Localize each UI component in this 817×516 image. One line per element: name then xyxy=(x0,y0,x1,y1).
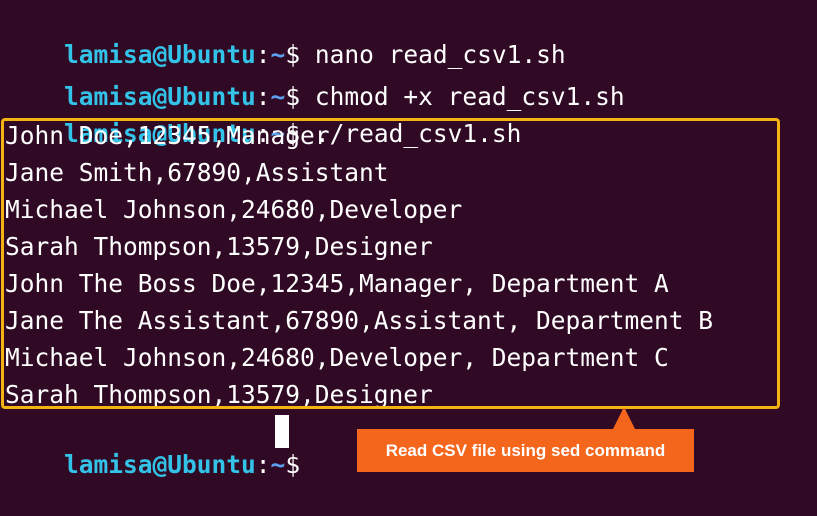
prompt-user-host: lamisa@Ubuntu xyxy=(64,450,256,479)
command-line: lamisa@Ubuntu:~$ xyxy=(5,414,300,479)
annotation-callout: Read CSV file using sed command xyxy=(357,429,694,472)
prompt-path: ~ xyxy=(270,450,286,479)
command-line: lamisa@Ubuntu:~$ nano read_csv1.sh xyxy=(5,4,566,69)
callout-pointer xyxy=(612,407,636,431)
terminal-window[interactable]: lamisa@Ubuntu:~$ nano read_csv1.sh lamis… xyxy=(0,0,817,485)
output-highlight-box xyxy=(1,118,780,409)
prompt-separator: : xyxy=(255,450,271,479)
prompt-symbol: $ xyxy=(285,450,301,479)
command-line: lamisa@Ubuntu:~$ ./read_csv1.sh xyxy=(5,83,521,148)
command-line: lamisa@Ubuntu:~$ chmod +x read_csv1.sh xyxy=(5,46,625,111)
text-cursor xyxy=(275,415,289,448)
